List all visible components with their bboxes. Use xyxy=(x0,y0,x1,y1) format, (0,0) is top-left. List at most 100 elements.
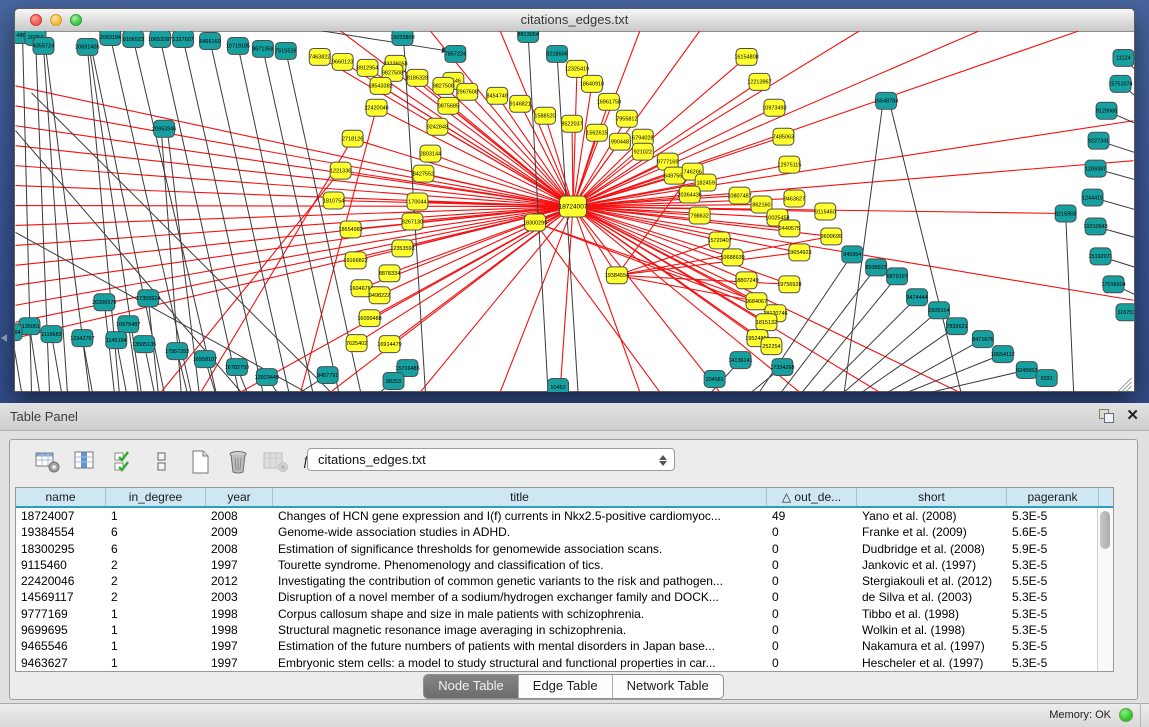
graph-node[interactable]: 798632 xyxy=(689,207,710,224)
graph-node[interactable]: 9827508 xyxy=(433,77,454,94)
graph-node[interactable]: 8186328 xyxy=(407,69,428,86)
table-row[interactable]: 911546021997Tourette syndrome. Phenomeno… xyxy=(16,557,1113,573)
float-panel-icon[interactable] xyxy=(1099,409,1114,423)
tab-edge-table[interactable]: Edge Table xyxy=(519,675,613,698)
graph-node[interactable]: 10653287 xyxy=(148,31,172,47)
graph-node[interactable]: 16099488 xyxy=(357,310,381,327)
graph-node[interactable]: 1145194 xyxy=(106,332,127,349)
graph-node[interactable]: 2449575 xyxy=(779,220,800,237)
table-row[interactable]: 977716911998Corpus callosum shape and si… xyxy=(16,606,1113,622)
scrollbar-thumb[interactable] xyxy=(1100,511,1110,549)
graph-node[interactable]: 17016504 xyxy=(1101,276,1125,293)
graph-node[interactable]: 990448 xyxy=(609,133,630,150)
graph-node[interactable]: 1244415 xyxy=(1082,189,1103,206)
graph-node[interactable]: 15192071 xyxy=(1088,248,1112,265)
graph-node[interactable]: 1115683 xyxy=(41,326,62,343)
graph-node[interactable]: 9498222 xyxy=(369,287,390,304)
table-row[interactable]: 1830029562008Estimation of significance … xyxy=(16,541,1113,557)
graph-node[interactable]: 2803144 xyxy=(420,145,441,162)
graph-node[interactable]: 8938923 xyxy=(866,259,887,276)
table-scrollbar[interactable] xyxy=(1097,508,1113,671)
graph-node[interactable]: 9331 xyxy=(1036,370,1057,387)
graph-node[interactable]: 18724007 xyxy=(559,196,588,217)
table-row[interactable]: 946362711997Embryonic stem cells: a mode… xyxy=(16,655,1113,671)
graph-node[interactable]: 921022 xyxy=(632,143,653,160)
graph-node[interactable]: 9218506 xyxy=(546,45,567,62)
graph-node[interactable]: 9684067 xyxy=(746,293,767,310)
graph-node[interactable]: 8267130 xyxy=(402,213,423,230)
graph-node[interactable]: 8215958 xyxy=(1055,205,1076,222)
graph-node[interactable]: 8454749 xyxy=(487,87,508,104)
graph-node[interactable]: 98253 xyxy=(383,373,404,390)
graph-node[interactable]: 4355724 xyxy=(33,37,54,54)
graph-node[interactable]: 16958107 xyxy=(193,351,217,368)
graph-node[interactable]: 19654923 xyxy=(787,244,811,261)
graph-node[interactable]: 940954 xyxy=(842,246,863,263)
graph-node[interactable]: 12975115 xyxy=(777,156,801,173)
graph-node[interactable]: 1209387 xyxy=(1085,160,1106,177)
graph-node[interactable]: 18300295 xyxy=(523,214,547,231)
graph-node[interactable]: 10719185 xyxy=(226,37,250,54)
graph-node[interactable]: 16648784 xyxy=(874,92,898,109)
table-row[interactable]: 1938455462009Genome-wide association stu… xyxy=(16,524,1113,540)
graph-node[interactable]: 7955812 xyxy=(616,110,637,127)
table-row[interactable]: 1456911722003Disruption of a novel membe… xyxy=(16,589,1113,605)
graph-node[interactable]: 1562615 xyxy=(586,124,607,141)
graph-node[interactable]: 16033809 xyxy=(390,31,414,45)
graph-node[interactable]: 17334268 xyxy=(770,359,794,376)
collapse-panel-arrow[interactable] xyxy=(1,334,7,342)
graph-node[interactable]: 9875685 xyxy=(438,97,459,114)
graph-node[interactable]: 18807249 xyxy=(734,272,758,289)
graph-node[interactable]: 10462 xyxy=(548,379,569,392)
graph-node[interactable]: 12353593 xyxy=(390,240,414,257)
graph-node[interactable]: 1810754 xyxy=(323,192,344,209)
graph-node[interactable]: 18640910 xyxy=(580,75,604,92)
resize-grip[interactable] xyxy=(1118,378,1131,391)
graph-node[interactable]: 252254 xyxy=(761,338,782,355)
graph-node[interactable]: 17957253 xyxy=(165,343,189,360)
graph-node[interactable]: 104581 xyxy=(704,371,725,388)
graph-node[interactable]: 8427552 xyxy=(413,165,434,182)
graph-node[interactable]: 1588520 xyxy=(534,107,555,124)
graph-node[interactable]: 19756928 xyxy=(777,276,801,293)
table-mode-icon[interactable] xyxy=(34,448,61,476)
graph-node[interactable]: 7857224 xyxy=(445,45,466,62)
table-selector-dropdown[interactable]: citations_edges.txt xyxy=(307,448,675,471)
graph-node[interactable]: 18654982 xyxy=(338,221,362,238)
graph-node[interactable]: 2718126 xyxy=(342,130,363,147)
graph-node[interactable]: 2093194 xyxy=(100,31,121,45)
graph-node[interactable]: 19166822 xyxy=(343,252,367,269)
graph-node[interactable]: 9463627 xyxy=(784,190,805,207)
graph-node[interactable]: 10807487 xyxy=(727,187,751,204)
graph-node[interactable]: 9146821 xyxy=(510,95,531,112)
graph-node[interactable]: 10210643 xyxy=(1083,218,1107,235)
graph-node[interactable]: 1815132 xyxy=(756,314,777,331)
graph-node[interactable]: 16154808 xyxy=(734,48,758,65)
table-row[interactable]: 969969511998Structural magnetic resonanc… xyxy=(16,622,1113,638)
graph-node[interactable]: 7832621 xyxy=(946,318,967,335)
graph-node[interactable]: 10975487 xyxy=(116,316,140,333)
node-table[interactable]: namein_degreeyeartitle△ out_de...shortpa… xyxy=(15,487,1114,672)
column-header-short[interactable]: short xyxy=(857,488,1007,506)
delete-column-icon[interactable] xyxy=(224,448,251,476)
table-row[interactable]: 946554611997Estimation of the future num… xyxy=(16,638,1113,654)
graph-node[interactable]: 1327607 xyxy=(172,31,193,47)
tab-node-table[interactable]: Node Table xyxy=(424,675,519,698)
column-icon[interactable] xyxy=(148,448,175,476)
graph-node[interactable]: 9106523 xyxy=(123,31,144,47)
network-window-titlebar[interactable]: citations_edges.txt xyxy=(15,9,1134,32)
column-header-year[interactable]: year xyxy=(206,488,273,506)
graph-node[interactable]: 10654112 xyxy=(991,346,1015,363)
select-rows-icon[interactable] xyxy=(110,448,137,476)
graph-node[interactable]: 20953346 xyxy=(152,120,176,137)
graph-node[interactable]: 2935114 xyxy=(929,302,950,319)
column-header-in_degree[interactable]: in_degree xyxy=(106,488,206,506)
graph-node[interactable]: 20206576 xyxy=(92,294,116,311)
table-row[interactable]: 2242004622012Investigating the contribut… xyxy=(16,573,1113,589)
graph-node[interactable]: 12923448 xyxy=(255,369,279,386)
graph-node[interactable]: 9115460 xyxy=(815,203,836,220)
graph-node[interactable]: 11124 xyxy=(1113,49,1134,66)
graph-node[interactable]: 7485063 xyxy=(773,128,794,145)
graph-node[interactable]: 2967608 xyxy=(457,83,478,100)
graph-node[interactable]: 7625402 xyxy=(346,335,367,352)
